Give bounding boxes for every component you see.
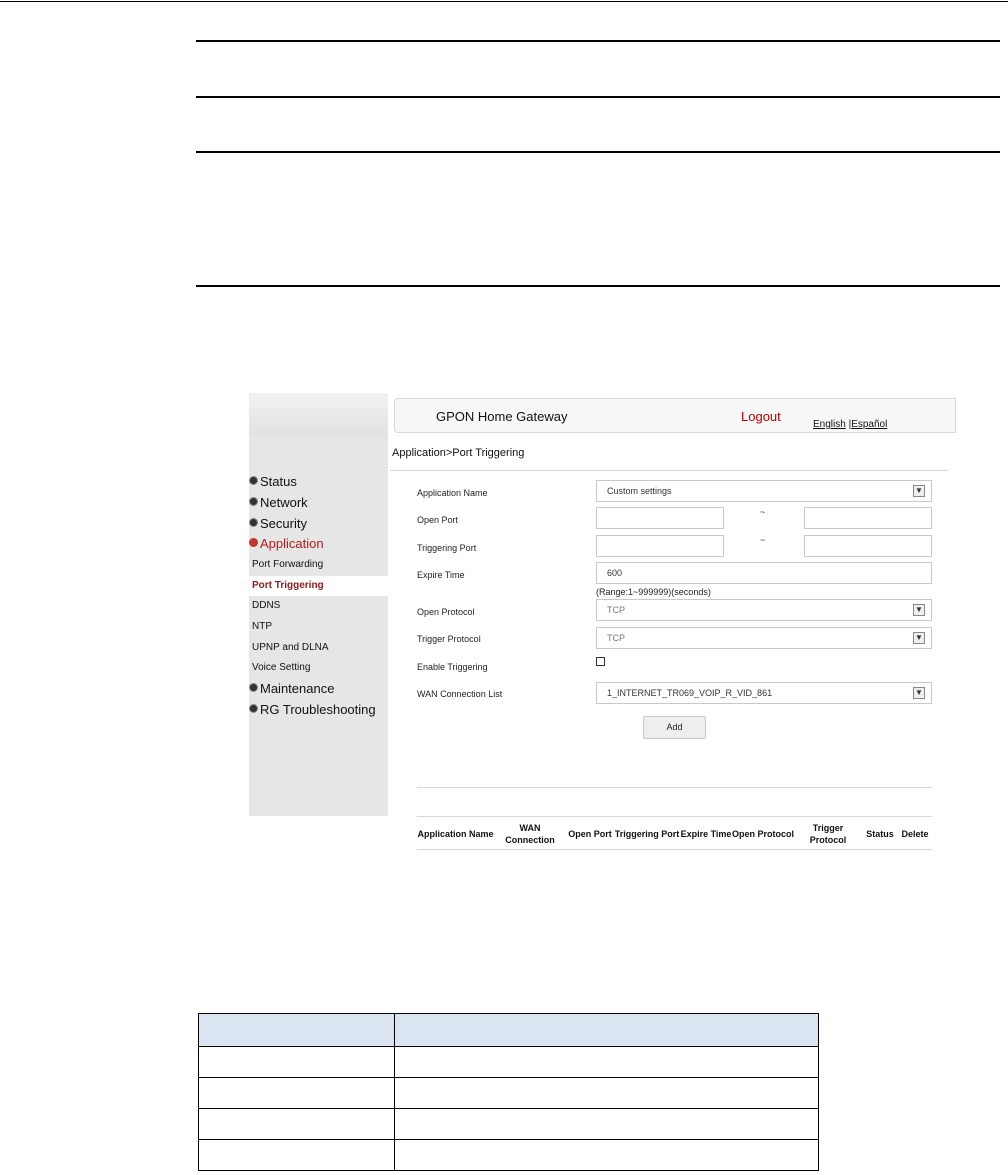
table-cell xyxy=(393,1139,820,1171)
wan-connection-select[interactable]: 1_INTERNET_TR069_VOIP_R_VID_861 ▼ xyxy=(596,682,932,704)
expire-time-input[interactable]: 600 xyxy=(596,562,932,584)
table-header-row xyxy=(198,1013,820,1047)
menu-item-application[interactable]: Application xyxy=(249,536,324,556)
triggering-port-label: Triggering Port xyxy=(417,543,477,553)
submenu-ntp[interactable]: NTP xyxy=(252,621,272,632)
enable-triggering-label: Enable Triggering xyxy=(417,662,488,672)
table-cell xyxy=(393,1013,820,1047)
column-header: Triggering Port xyxy=(614,829,680,839)
column-header: Open Port xyxy=(568,829,612,839)
document-rule xyxy=(196,151,1000,153)
open-protocol-label: Open Protocol xyxy=(417,607,475,617)
chevron-down-icon: ▼ xyxy=(913,687,925,699)
bullet-icon xyxy=(249,704,258,713)
open-port-start-input[interactable] xyxy=(596,507,724,529)
sidebar-header xyxy=(249,393,388,435)
table-top-border xyxy=(417,787,932,788)
document-rule xyxy=(196,40,1000,42)
column-header: Delete xyxy=(901,829,929,839)
table-cell xyxy=(393,1046,820,1078)
bullet-icon xyxy=(249,518,258,527)
triggering-port-separator: ~ xyxy=(760,535,766,545)
table-row xyxy=(198,1108,820,1140)
open-port-label: Open Port xyxy=(417,515,459,525)
divider xyxy=(390,470,948,471)
gateway-title: GPON Home Gateway xyxy=(436,409,568,424)
document-table xyxy=(198,1013,820,1171)
chevron-down-icon: ▼ xyxy=(913,485,925,497)
table-header-bottom-border xyxy=(417,849,932,850)
table-cell xyxy=(198,1077,395,1109)
submenu-ddns[interactable]: DDNS xyxy=(252,600,280,611)
table-row xyxy=(198,1077,820,1109)
open-port-end-input[interactable] xyxy=(804,507,932,529)
table-row xyxy=(198,1046,820,1078)
trigger-protocol-select[interactable]: TCP ▼ xyxy=(596,627,932,649)
language-switch: English |Español xyxy=(813,419,887,430)
app-name-select[interactable]: Custom settings ▼ xyxy=(596,480,932,502)
chevron-down-icon: ▼ xyxy=(913,632,925,644)
bullet-icon xyxy=(249,683,258,692)
lang-english-link[interactable]: English xyxy=(813,419,846,430)
column-header: Open Protocol xyxy=(732,829,795,839)
open-protocol-select[interactable]: TCP ▼ xyxy=(596,599,932,621)
triggering-port-end-input[interactable] xyxy=(804,535,932,557)
chevron-down-icon: ▼ xyxy=(913,604,925,616)
add-button[interactable]: Add xyxy=(643,716,706,739)
enable-triggering-checkbox[interactable] xyxy=(596,657,605,666)
expire-time-hint: (Range:1~999999)(seconds) xyxy=(596,587,711,597)
table-cell xyxy=(393,1108,820,1140)
menu-item-network[interactable]: Network xyxy=(249,495,308,515)
menu-item-status[interactable]: Status xyxy=(249,474,297,494)
table-row xyxy=(198,1139,820,1171)
menu-item-maintenance[interactable]: Maintenance xyxy=(249,681,334,701)
menu-item-rg-troubleshooting[interactable]: RG Troubleshooting xyxy=(249,702,376,722)
column-header: Trigger Protocol xyxy=(809,823,847,845)
document-rule xyxy=(196,96,1000,98)
trigger-protocol-label: Trigger Protocol xyxy=(417,634,481,644)
submenu-voice-setting[interactable]: Voice Setting xyxy=(252,662,310,673)
table-cell xyxy=(198,1108,395,1140)
column-header: Application Name xyxy=(417,829,494,839)
page-top-rule xyxy=(0,1,1008,2)
column-header: Status xyxy=(866,829,894,839)
table-header-top-border xyxy=(417,816,932,817)
submenu-port-triggering[interactable]: Port Triggering xyxy=(249,576,388,596)
lang-spanish-link[interactable]: Español xyxy=(851,419,887,430)
table-cell xyxy=(198,1013,395,1047)
table-cell xyxy=(198,1139,395,1171)
triggering-port-start-input[interactable] xyxy=(596,535,724,557)
submenu-upnp-dlna[interactable]: UPNP and DLNA xyxy=(252,642,329,653)
expire-time-label: Expire Time xyxy=(417,570,465,580)
column-header: Expire Time xyxy=(680,829,732,839)
table-cell xyxy=(393,1077,820,1109)
logout-link[interactable]: Logout xyxy=(741,409,781,424)
column-header: WAN Connection xyxy=(505,823,555,845)
open-port-separator: ~ xyxy=(760,507,766,517)
bullet-icon xyxy=(249,538,258,547)
bullet-icon xyxy=(249,476,258,485)
bullet-icon xyxy=(249,497,258,506)
app-name-label: Application Name xyxy=(417,488,488,498)
submenu-port-forwarding[interactable]: Port Forwarding xyxy=(252,559,323,570)
table-cell xyxy=(198,1046,395,1078)
menu-item-security[interactable]: Security xyxy=(249,516,307,536)
breadcrumb: Application>Port Triggering xyxy=(392,447,525,459)
wan-connection-label: WAN Connection List xyxy=(417,689,503,699)
document-rule xyxy=(196,285,1000,287)
